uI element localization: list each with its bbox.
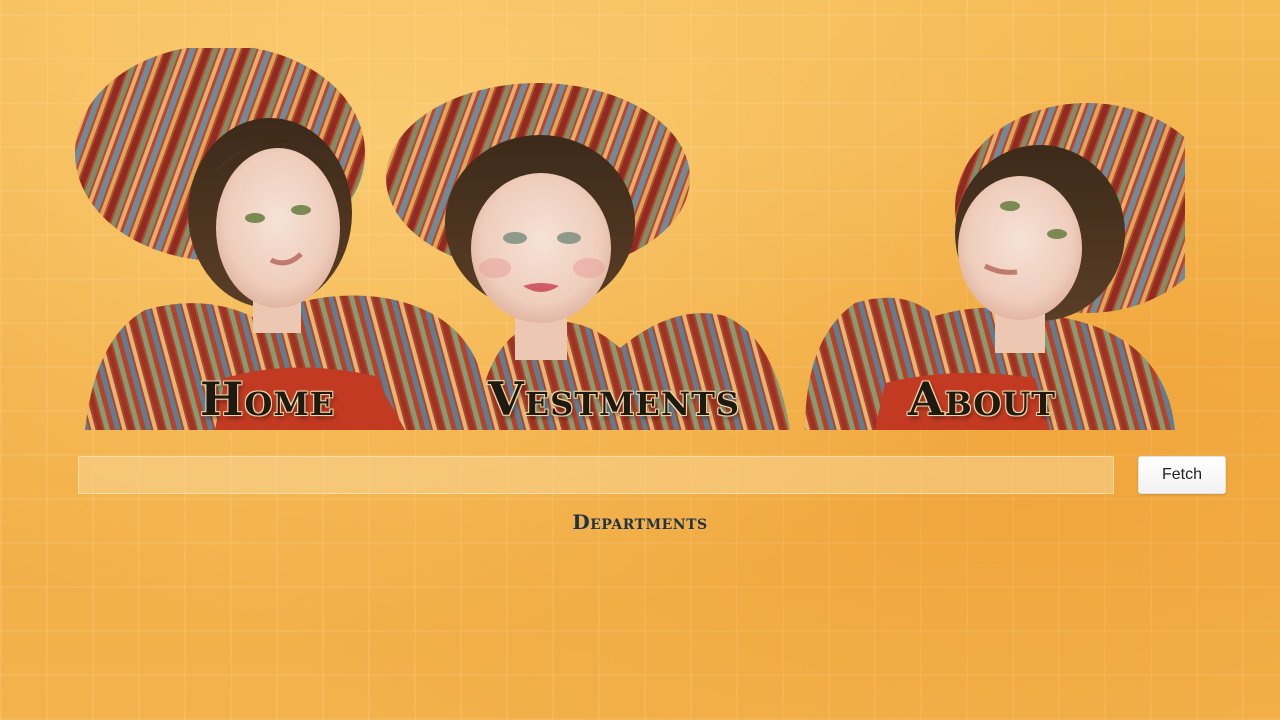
departments-heading: Departments bbox=[572, 510, 708, 534]
nav-link-vestments[interactable]: Vestments bbox=[488, 372, 740, 426]
nav-link-home[interactable]: Home bbox=[200, 372, 335, 426]
header-banner: Home Vestments About bbox=[75, 48, 1185, 430]
fetch-button[interactable]: Fetch bbox=[1138, 456, 1226, 494]
nav-link-about[interactable]: About bbox=[908, 372, 1056, 426]
search-input[interactable] bbox=[78, 456, 1114, 494]
